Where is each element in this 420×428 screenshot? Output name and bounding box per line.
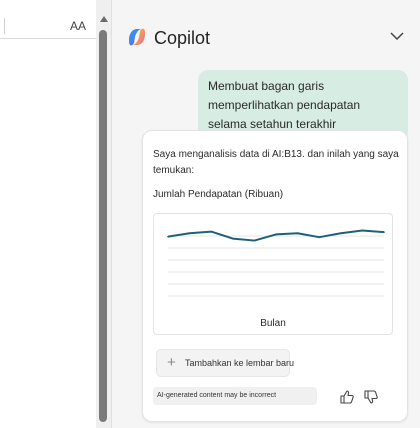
- ai-disclaimer: AI-generated content may be incorrect: [153, 387, 317, 405]
- data-point: [296, 232, 299, 235]
- add-to-new-sheet-button[interactable]: + Tambahkan ke lembar baru: [156, 349, 294, 377]
- data-point: [361, 229, 364, 232]
- thumbs-up-icon[interactable]: [339, 389, 355, 405]
- chevron-down-icon[interactable]: [387, 26, 407, 46]
- add-to-new-sheet-label: Tambahkan ke lembar baru: [185, 358, 295, 368]
- data-point: [188, 232, 191, 235]
- column-header-row: AA: [0, 14, 96, 39]
- thumbs-down-icon[interactable]: [363, 389, 379, 405]
- chart-title: Jumlah Pendapatan (Ribuan): [153, 189, 284, 200]
- line-chart-svg: [167, 229, 385, 297]
- copilot-pane: Copilot Membuat bagan garis memperlihatk…: [111, 0, 420, 428]
- vertical-scrollbar[interactable]: [96, 0, 111, 428]
- data-point: [275, 233, 277, 236]
- spreadsheet-area[interactable]: AA: [0, 0, 96, 428]
- scrollbar-thumb[interactable]: [99, 30, 107, 422]
- data-point: [253, 239, 256, 242]
- data-point: [210, 230, 212, 233]
- copilot-header: Copilot: [112, 20, 420, 56]
- plus-icon: +: [167, 354, 176, 371]
- scroll-up-arrow-icon[interactable]: [100, 16, 108, 22]
- x-axis-label: Bulan: [260, 318, 286, 329]
- data-point: [318, 236, 320, 238]
- copilot-title: Copilot: [154, 28, 211, 48]
- analysis-text: Saya menganalisis data di AI:B13. dan in…: [153, 149, 399, 176]
- column-divider: [4, 18, 5, 34]
- data-point: [232, 237, 234, 240]
- copilot-logo-icon: [129, 28, 145, 46]
- data-point: [167, 235, 169, 238]
- copilot-response-card: Saya menganalisis data di AI:B13. dan in…: [142, 130, 408, 422]
- column-header-aa[interactable]: AA: [70, 19, 86, 33]
- data-point: [340, 232, 342, 235]
- line-chart[interactable]: Bulan: [153, 213, 393, 335]
- data-point: [383, 231, 385, 233]
